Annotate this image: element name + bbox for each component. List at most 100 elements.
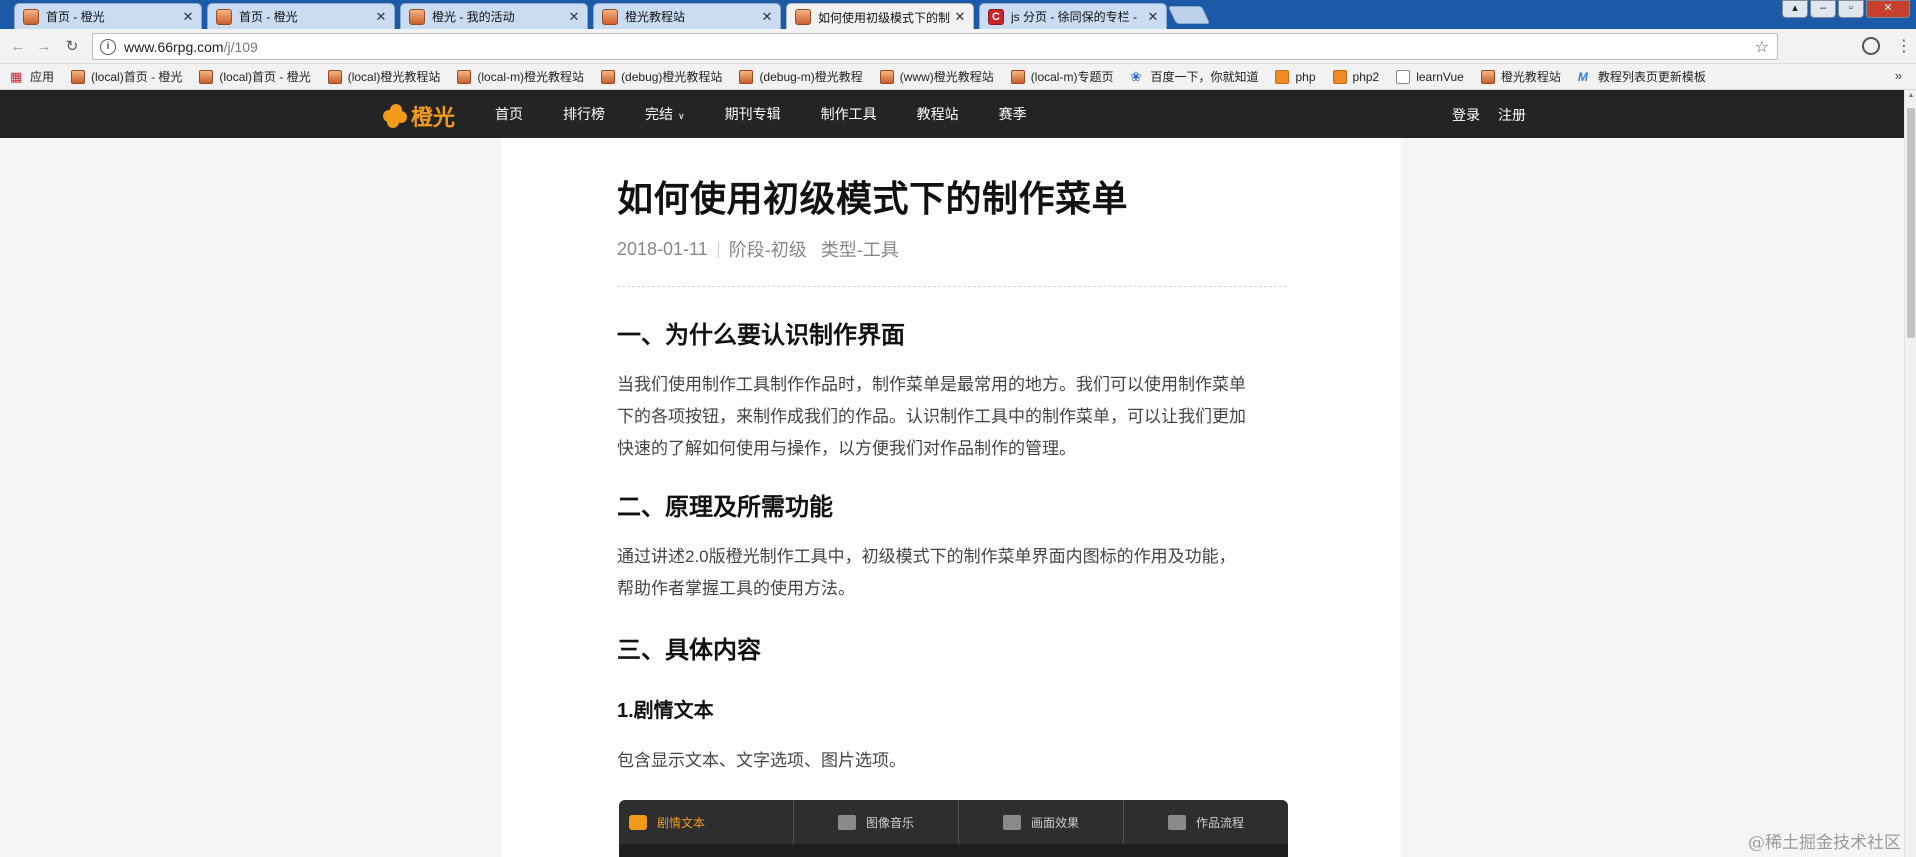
maker-tab-label: 剧情文本 [657,815,706,830]
bookmark-item[interactable]: (local)首页 - 橙光 [71,68,182,85]
bookmark-star-icon[interactable]: ☆ [1755,37,1769,57]
bookmark-item[interactable]: ❀ 百度一下，你就知道 [1130,68,1258,85]
browser-tab-2[interactable]: 首页 - 橙光 ✕ [207,3,395,29]
browser-tab-6[interactable]: C js 分页 - 徐同保的专栏 - ✕ [979,3,1167,29]
close-icon[interactable]: ✕ [953,9,967,25]
bookmark-item[interactable]: (local)首页 - 橙光 [199,68,311,85]
site-icon [601,69,616,84]
tab-strip: 首页 - 橙光 ✕ 首页 - 橙光 ✕ 橙光 - 我的活动 ✕ 橙光教程站 ✕ … [0,0,1916,30]
browser-tab-4[interactable]: 橙光教程站 ✕ [593,3,781,29]
bookmark-item[interactable]: (debug-m)橙光教程 [739,68,863,85]
nav-ranking[interactable]: 排行榜 [563,104,605,124]
window-close-icon[interactable]: ✕ [1866,0,1910,18]
bookmark-label: 应用 [30,70,55,84]
tag-stage[interactable]: 阶段-初级 [729,236,807,262]
register-link[interactable]: 注册 [1498,105,1526,125]
meta-divider [717,240,719,258]
csdn-favicon-icon: C [988,8,1004,25]
paragraph-line: 下的各项按钮，来制作成我们的作品。认识制作工具中的制作菜单，可以让我们更加 [617,407,1246,426]
bookmark-item[interactable]: ▦ 应用 [10,68,54,85]
bookmark-item[interactable]: php2 [1332,69,1379,84]
site-icon [199,69,214,84]
bookmark-label: 教程列表页更新模板 [1597,70,1706,84]
site-icon [879,69,894,84]
close-icon[interactable]: ✕ [374,9,388,25]
scroll-up-icon[interactable]: ▲ [1906,92,1916,99]
scrollbar-thumb[interactable] [1907,108,1915,338]
nav-home[interactable]: 首页 [495,104,523,124]
orange-icon [1332,69,1347,84]
bookmark-item[interactable]: M 教程列表页更新模板 [1578,68,1706,85]
site-favicon-icon [795,9,811,25]
user-icon[interactable]: ▴ [1782,0,1808,18]
close-icon[interactable]: ✕ [181,9,195,25]
bookmark-item[interactable]: php [1275,69,1316,84]
bookmark-label: 橙光教程站 [1500,70,1561,84]
nav-maker-tool[interactable]: 制作工具 [821,104,877,124]
site-logo[interactable]: 橙光 [383,100,455,132]
bookmark-item[interactable]: (debug)橙光教程站 [601,68,722,85]
nav-finished[interactable]: 完结 ∨ [645,104,685,124]
browser-tab-5-active[interactable]: 如何使用初级模式下的制 ✕ [786,3,974,30]
maker-tab-image-music: 图像音乐 [794,800,959,844]
site-icon [1010,69,1025,84]
close-icon[interactable]: ✕ [567,9,581,25]
new-tab-button[interactable] [1167,6,1211,24]
article-title: 如何使用初级模式下的制作菜单 [617,178,1129,219]
tag-type[interactable]: 类型-工具 [821,236,899,262]
bookmark-label: (local-m)专题页 [1030,70,1114,84]
bookmark-item[interactable]: (local)橙光教程站 [327,68,441,85]
maker-tab-work-flow: 作品流程 [1124,800,1288,844]
forward-arrow-icon[interactable]: → [34,37,54,57]
section-1-paragraph: 当我们使用制作工具制作作品时，制作菜单是最常用的地方。我们可以使用制作菜单 下的… [617,369,1287,465]
bookmark-label: (www)橙光教程站 [899,70,994,84]
article-meta: 2018-01-11 阶段-初级 类型-工具 [617,236,1287,262]
minimize-icon[interactable]: – [1810,0,1836,18]
section-heading-3: 三、具体内容 [617,637,761,664]
nav-periodicals[interactable]: 期刊专辑 [725,104,781,124]
bookmark-item[interactable]: 橙光教程站 [1480,68,1561,85]
section-heading-1: 一、为什么要认识制作界面 [617,322,905,349]
bookmarks-bar: ▦ 应用 (local)首页 - 橙光 (local)首页 - 橙光 (local… [0,64,1916,90]
close-icon[interactable]: ✕ [1146,9,1160,25]
site-favicon-icon [216,8,232,25]
back-arrow-icon[interactable]: ← [8,37,28,57]
more-menu-icon[interactable]: ⋮ [1896,36,1912,56]
tab-title: js 分页 - 徐同保的专栏 - [1011,10,1137,24]
nav-tutorials[interactable]: 教程站 [917,104,959,124]
address-bar[interactable]: i www.66rpg.com/j/109 ☆ [92,33,1778,60]
flow-icon [1167,814,1186,830]
info-icon[interactable]: i [100,38,116,55]
bookmark-item[interactable]: learnVue [1396,69,1464,84]
bookmark-label: (local-m)橙光教程站 [477,70,585,84]
bookmark-label: (local)橙光教程站 [347,70,441,84]
section-heading-2: 二、原理及所需功能 [617,494,833,521]
site-favicon-icon [409,8,425,25]
bookmark-label: (local)首页 - 橙光 [91,70,183,84]
bookmarks-overflow-icon[interactable]: » [1895,68,1902,83]
paw-icon: ❀ [1130,68,1142,84]
auth-links: 登录 注册 [1452,105,1526,125]
close-icon[interactable]: ✕ [760,9,774,25]
login-link[interactable]: 登录 [1452,105,1480,125]
browser-tab-3[interactable]: 橙光 - 我的活动 ✕ [400,3,588,29]
nav-finished-label: 完结 [645,106,673,122]
bookmark-item[interactable]: (local-m)橙光教程站 [457,68,584,85]
nav-season[interactable]: 赛季 [999,104,1027,124]
page-scrollbar[interactable]: ▲ [1904,90,1916,857]
bookmark-item[interactable]: (local-m)专题页 [1010,68,1114,85]
logo-text: 橙光 [411,105,456,130]
article: 如何使用初级模式下的制作菜单 2018-01-11 阶段-初级 类型-工具 一、… [617,170,1287,777]
paragraph-line: 通过讲述2.0版橙光制作工具中，初级模式下的制作菜单界面内图标的作用及功能， [617,547,1236,566]
bookmark-item[interactable]: (www)橙光教程站 [879,68,994,85]
main-nav: 首页 排行榜 完结 ∨ 期刊专辑 制作工具 教程站 赛季 [495,90,1067,138]
bookmark-label: learnVue [1416,69,1464,84]
maximize-icon[interactable]: ▫ [1838,0,1864,18]
extension-icon[interactable] [1862,37,1880,55]
tab-title: 首页 - 橙光 [239,10,298,24]
browser-tab-1[interactable]: 首页 - 橙光 ✕ [14,3,202,29]
tab-title: 橙光 - 我的活动 [432,10,515,24]
maker-menu-screenshot: 剧情文本 图像音乐 画面效果 作品流程 [619,800,1288,857]
bookmark-label: (local)首页 - 橙光 [219,70,311,84]
reload-icon[interactable]: ↻ [62,37,82,57]
